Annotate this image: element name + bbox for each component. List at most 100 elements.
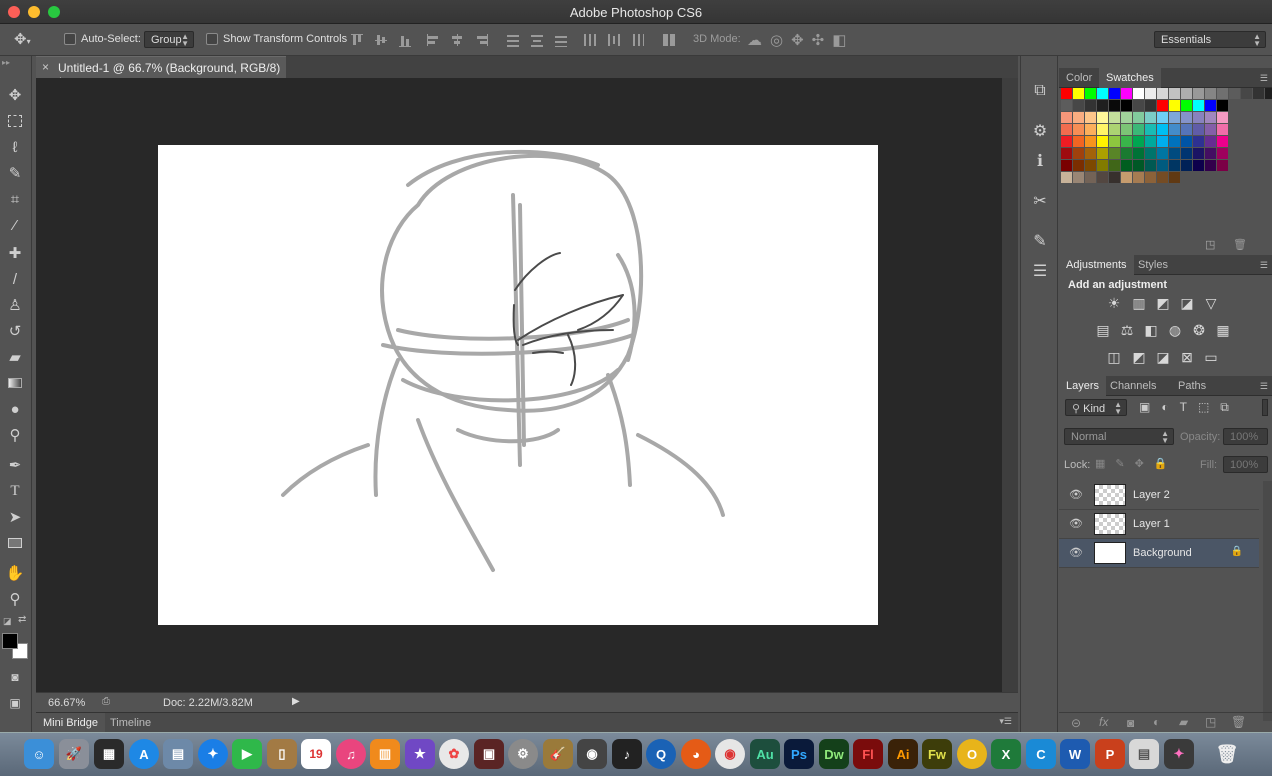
- color-swatch[interactable]: [1157, 160, 1168, 171]
- color-swatch[interactable]: [1121, 124, 1132, 135]
- color-swatch[interactable]: [1073, 100, 1084, 111]
- path-selection-tool-icon[interactable]: ➤: [4, 506, 26, 528]
- filter-toggle[interactable]: [1262, 399, 1268, 416]
- color-swatch[interactable]: [1181, 136, 1192, 147]
- delete-swatch-icon[interactable]: 🗑: [1233, 238, 1247, 251]
- layer-name[interactable]: Background: [1133, 547, 1192, 559]
- word-icon[interactable]: W: [1060, 739, 1090, 769]
- curves-icon[interactable]: ◩: [1154, 294, 1172, 312]
- bottom-panel-menu-icon[interactable]: ▾☰: [999, 716, 1012, 727]
- color-swatch[interactable]: [1121, 136, 1132, 147]
- tool-presets-panel-icon[interactable]: ✂: [1029, 190, 1051, 212]
- color-swatch[interactable]: [1145, 124, 1156, 135]
- mission-control-icon[interactable]: ▦: [94, 739, 124, 769]
- color-swatch[interactable]: [1133, 112, 1144, 123]
- fill-field[interactable]: 100%: [1223, 456, 1268, 473]
- color-swatch[interactable]: [1061, 124, 1072, 135]
- color-swatch[interactable]: [1169, 88, 1180, 99]
- color-swatch[interactable]: [1169, 148, 1180, 159]
- color-swatch[interactable]: [1097, 112, 1108, 123]
- color-lookup-icon[interactable]: ▦: [1214, 321, 1232, 339]
- guitar-pro-icon[interactable]: ♪: [612, 739, 642, 769]
- hue-saturation-icon[interactable]: ▤: [1094, 321, 1112, 339]
- creative-cloud-icon[interactable]: ✦: [1164, 739, 1194, 769]
- color-swatch[interactable]: [1097, 124, 1108, 135]
- firefox-icon[interactable]: ◕: [681, 739, 711, 769]
- c-app-icon[interactable]: C: [1026, 739, 1056, 769]
- color-swatch[interactable]: [1145, 160, 1156, 171]
- color-swatch[interactable]: [1169, 124, 1180, 135]
- tab-mini-bridge[interactable]: Mini Bridge: [36, 713, 106, 733]
- color-swatch[interactable]: [1085, 148, 1096, 159]
- color-swatch[interactable]: [1265, 88, 1272, 99]
- color-swatch[interactable]: [1121, 148, 1132, 159]
- color-swatch[interactable]: [1109, 136, 1120, 147]
- distribute-vertical-centers-icon[interactable]: [529, 32, 545, 48]
- color-swatch[interactable]: [1181, 160, 1192, 171]
- color-swatch[interactable]: [1085, 172, 1096, 183]
- collapse-tools-icon[interactable]: ▸▸: [2, 58, 10, 67]
- lock-image-icon[interactable]: ✎: [1115, 458, 1134, 470]
- color-swatch[interactable]: [1193, 136, 1204, 147]
- layer-name[interactable]: Layer 2: [1133, 489, 1170, 501]
- excel-icon[interactable]: X: [991, 739, 1021, 769]
- color-swatch[interactable]: [1073, 148, 1084, 159]
- move-tool-icon[interactable]: ✥: [4, 84, 26, 106]
- color-swatch[interactable]: [1193, 88, 1204, 99]
- dreamweaver-icon[interactable]: Dw: [819, 739, 849, 769]
- visibility-eye-icon[interactable]: 👁: [1069, 517, 1083, 530]
- swap-colors-icon[interactable]: ⇄: [18, 614, 26, 625]
- color-swatch[interactable]: [1169, 136, 1180, 147]
- color-swatch[interactable]: [1205, 88, 1216, 99]
- color-swatch[interactable]: [1181, 100, 1192, 111]
- ring-app-icon[interactable]: O: [957, 739, 987, 769]
- photos-icon[interactable]: ✿: [439, 739, 469, 769]
- color-swatch[interactable]: [1169, 172, 1180, 183]
- tab-styles[interactable]: Styles: [1131, 255, 1175, 275]
- color-swatch[interactable]: [1109, 148, 1120, 159]
- color-swatch[interactable]: [1133, 148, 1144, 159]
- tab-timeline[interactable]: Timeline: [104, 713, 157, 733]
- color-swatch[interactable]: [1145, 100, 1156, 111]
- color-swatch[interactable]: [1073, 112, 1084, 123]
- color-swatch[interactable]: [1145, 88, 1156, 99]
- color-swatch[interactable]: [1145, 148, 1156, 159]
- blur-tool-icon[interactable]: ●: [4, 398, 26, 420]
- finder-icon[interactable]: ☺: [24, 739, 54, 769]
- color-swatch[interactable]: [1073, 88, 1084, 99]
- launchpad-icon[interactable]: 🚀: [59, 739, 89, 769]
- trash-icon[interactable]: 🗑: [1212, 739, 1242, 769]
- history-brush-tool-icon[interactable]: ↺: [4, 320, 26, 342]
- color-swatch[interactable]: [1121, 160, 1132, 171]
- color-swatch[interactable]: [1121, 100, 1132, 111]
- color-swatch[interactable]: [1181, 124, 1192, 135]
- distribute-left-icon[interactable]: [581, 32, 597, 48]
- lock-transparent-icon[interactable]: ▦: [1095, 458, 1115, 470]
- layer-row-background[interactable]: 👁 Background 🔒: [1059, 539, 1259, 568]
- tab-adjustments[interactable]: Adjustments: [1059, 255, 1134, 275]
- color-swatch[interactable]: [1157, 172, 1168, 183]
- color-swatch[interactable]: [1061, 112, 1072, 123]
- canvas-area[interactable]: [36, 78, 1002, 692]
- 3d-roll-icon[interactable]: ◎: [770, 32, 791, 49]
- 3d-pan-icon[interactable]: ✥: [791, 32, 812, 49]
- new-layer-icon[interactable]: ◳: [1205, 715, 1216, 729]
- healing-brush-tool-icon[interactable]: ✚: [4, 242, 26, 264]
- color-swatch[interactable]: [1157, 124, 1168, 135]
- color-swatch[interactable]: [1133, 136, 1144, 147]
- color-swatch[interactable]: [1133, 172, 1144, 183]
- color-swatch[interactable]: [1205, 124, 1216, 135]
- color-swatch[interactable]: [1121, 88, 1132, 99]
- color-swatch[interactable]: [1073, 172, 1084, 183]
- filter-shape-icon[interactable]: ⬚: [1198, 400, 1220, 414]
- type-tool-icon[interactable]: T: [4, 480, 26, 502]
- add-mask-icon[interactable]: ◙: [1127, 716, 1134, 730]
- color-swatch[interactable]: [1169, 160, 1180, 171]
- layer-row-layer-1[interactable]: 👁 Layer 1: [1059, 510, 1259, 539]
- color-swatch[interactable]: [1193, 100, 1204, 111]
- color-swatch[interactable]: [1109, 160, 1120, 171]
- layer-filter-dropdown[interactable]: ⚲ Kind ▲ ▼: [1065, 399, 1127, 416]
- delete-layer-icon[interactable]: 🗑: [1231, 715, 1246, 729]
- color-swatch[interactable]: [1181, 112, 1192, 123]
- illustrator-icon[interactable]: Ai: [888, 739, 918, 769]
